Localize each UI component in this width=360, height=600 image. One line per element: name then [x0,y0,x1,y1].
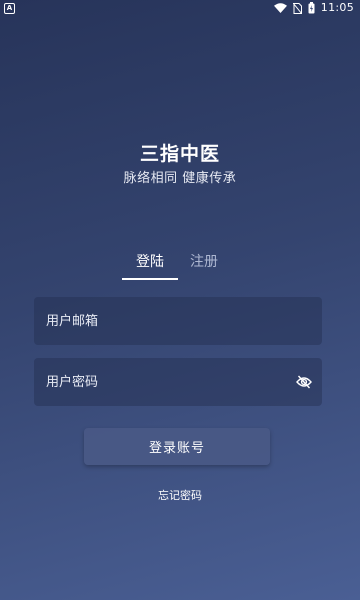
app-title: 三指中医 [139,143,220,165]
tab-login[interactable]: 登陆 [136,252,164,272]
password-input[interactable] [34,358,286,406]
battery-charging-icon [308,2,315,14]
status-icons: 11:05 [273,0,354,16]
tab-register[interactable]: 注册 [190,252,218,272]
password-field-container [34,358,322,406]
active-tab-indicator [122,278,178,280]
login-button[interactable]: 登录账号 [84,428,270,465]
brand-header: 三指中医 脉络相同 健康传承 [0,142,360,188]
app-slogan: 脉络相同 健康传承 [123,171,237,186]
forgot-password-link[interactable]: 忘记密码 [0,488,360,504]
no-sim-icon [292,2,302,14]
auth-tabs: 登陆 注册 [0,252,360,282]
status-time: 11:05 [320,1,354,14]
eye-off-icon[interactable] [286,358,322,406]
email-input[interactable] [34,297,322,345]
wifi-icon [273,3,287,13]
status-badge: A [4,3,15,14]
status-bar: A 11:05 [0,0,360,16]
email-field-container [34,297,322,345]
